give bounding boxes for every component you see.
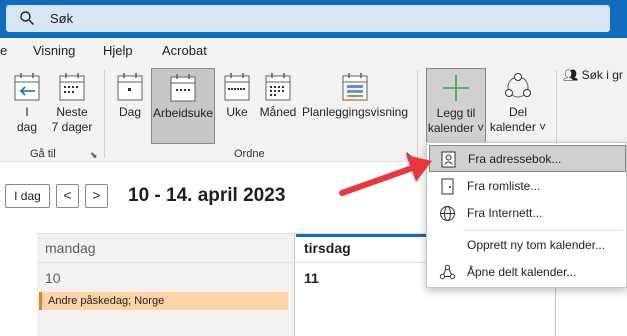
share-calendar-label: Del kalender ˅ <box>489 105 547 134</box>
add-calendar-dropdown: Fra adressebok... Fra romliste... Fra In… <box>426 142 627 288</box>
search-people-label: Søk i gr <box>581 68 623 82</box>
month-view-label: Måned <box>259 105 297 119</box>
calendar-week-icon <box>59 73 85 101</box>
today-button-label: I dag <box>16 105 38 134</box>
day-name: mandag <box>45 240 96 256</box>
menu-bar: e Visning Hjelp Acrobat <box>0 38 627 64</box>
next-7-days-label: Neste 7 dager <box>51 105 93 134</box>
menu-item-hjelp[interactable]: Hjelp <box>103 43 133 58</box>
menu-item-partial[interactable]: e <box>0 43 7 58</box>
schedule-view-label: Planleggingsvisning <box>301 105 409 119</box>
menu-item-acrobat[interactable]: Acrobat <box>162 43 207 58</box>
next-button[interactable]: > <box>85 184 108 208</box>
previous-button[interactable]: < <box>56 184 79 208</box>
menu-item-create-blank-calendar[interactable]: Opprett ny tom kalender... <box>429 232 626 259</box>
day-view-label: Dag <box>118 105 141 119</box>
menu-item-from-room-list[interactable]: Fra romliste... <box>429 173 626 200</box>
address-book-icon <box>441 151 456 168</box>
menu-item-from-address-book[interactable]: Fra adressebok... <box>429 145 626 172</box>
menu-separator <box>463 230 623 231</box>
day-view-button[interactable]: Dag <box>113 68 147 144</box>
title-bar: Søk <box>0 0 627 38</box>
share-network-icon <box>505 73 531 98</box>
week-view-label: Uke <box>226 105 248 119</box>
calendar-week-view-icon <box>224 73 250 101</box>
month-view-button[interactable]: Måned <box>258 68 298 144</box>
dialog-launcher-icon[interactable]: ⬊ <box>90 150 98 161</box>
search-icon <box>20 11 34 25</box>
group-label-arrange: Ordne <box>234 148 265 160</box>
menu-item-visning[interactable]: Visning <box>33 43 75 58</box>
search-box[interactable]: Søk <box>6 5 610 32</box>
workweek-view-button[interactable]: Arbeidsuke <box>151 68 215 144</box>
week-view-button[interactable]: Uke <box>220 68 254 144</box>
share-network-icon <box>439 264 456 280</box>
group-label-goto: Gå til <box>30 148 56 160</box>
search-people-button[interactable]: 👥︎ Søk i gr <box>563 68 627 144</box>
calendar-month-icon <box>265 73 291 101</box>
plus-icon <box>443 75 469 101</box>
today-nav-button[interactable]: I dag <box>5 184 50 208</box>
dialog-launcher-arrange-icon[interactable]: ⬊ <box>405 150 413 161</box>
ribbon-separator <box>104 70 105 158</box>
room-list-icon <box>441 178 454 195</box>
day-column-monday[interactable]: mandag 10 Andre påskedag; Norge <box>37 234 295 336</box>
search-placeholder: Søk <box>50 11 74 26</box>
people-icon: 👥︎ <box>563 68 579 82</box>
calendar-schedule-icon <box>342 73 368 101</box>
all-day-event[interactable]: Andre påskedag; Norge <box>39 292 288 310</box>
menu-item-label: Åpne delt kalender... <box>467 265 577 279</box>
workweek-view-label: Arbeidsuke <box>152 106 214 120</box>
menu-item-open-shared-calendar[interactable]: Åpne delt kalender... <box>429 259 626 286</box>
day-header: mandag <box>37 234 294 263</box>
calendar-today-icon <box>14 73 40 101</box>
menu-item-label: Fra romliste... <box>467 179 541 193</box>
globe-icon <box>440 206 455 221</box>
day-number: 10 <box>45 270 61 286</box>
share-calendar-button[interactable]: Del kalender ˅ <box>489 68 547 144</box>
date-range-title: 10 - 14. april 2023 <box>128 185 286 206</box>
menu-item-label: Fra adressebok... <box>468 152 562 166</box>
ribbon-separator <box>417 70 418 158</box>
calendar-day-icon <box>117 73 143 101</box>
add-calendar-button[interactable]: Legg til kalender ˅ <box>426 68 486 144</box>
menu-item-label: Fra Internett... <box>467 206 543 220</box>
day-name: tirsdag <box>304 240 351 256</box>
menu-item-label: Opprett ny tom kalender... <box>467 238 606 252</box>
add-calendar-label: Legg til kalender ˅ <box>427 106 485 135</box>
next-7-days-button[interactable]: Neste 7 dager <box>50 68 94 144</box>
day-number: 11 <box>304 270 319 286</box>
today-button[interactable]: I dag <box>8 68 46 144</box>
calendar-workweek-icon <box>170 74 196 102</box>
schedule-view-button[interactable]: Planleggingsvisning <box>301 68 409 144</box>
menu-item-from-internet[interactable]: Fra Internett... <box>429 200 626 227</box>
